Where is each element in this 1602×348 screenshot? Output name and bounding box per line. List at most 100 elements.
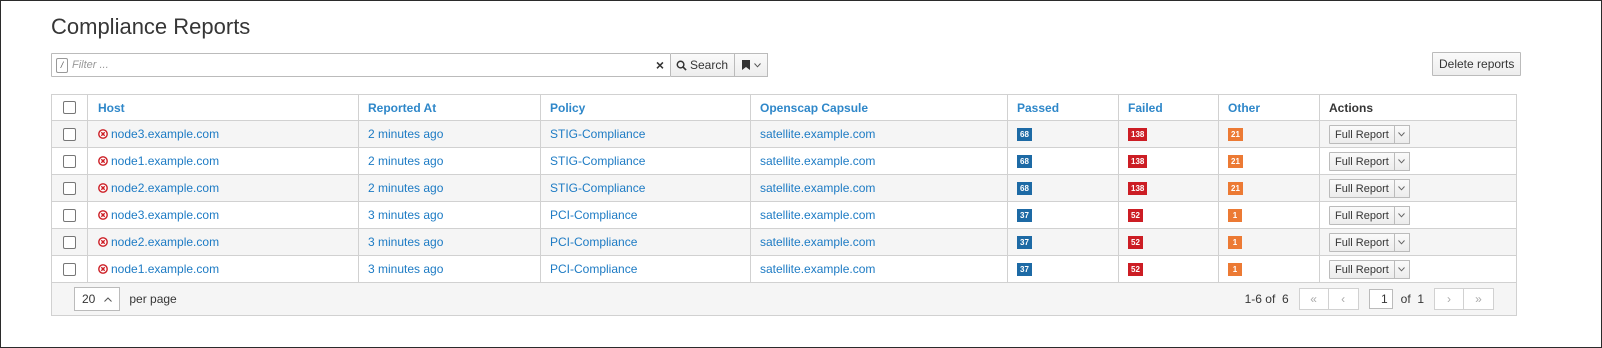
reported-at-link[interactable]: 3 minutes ago — [368, 235, 443, 249]
capsule-link[interactable]: satellite.example.com — [760, 262, 875, 276]
reported-at-link[interactable]: 2 minutes ago — [368, 127, 443, 141]
host-link[interactable]: node3.example.com — [111, 208, 219, 222]
failed-badge[interactable]: 52 — [1128, 235, 1143, 249]
next-page-button[interactable]: › — [1434, 288, 1464, 310]
actions-dropdown-toggle[interactable] — [1394, 124, 1410, 144]
host-link[interactable]: node1.example.com — [111, 262, 219, 276]
full-report-button[interactable]: Full Report — [1329, 259, 1395, 279]
capsule-link[interactable]: satellite.example.com — [760, 235, 875, 249]
passed-badge[interactable]: 68 — [1017, 181, 1032, 195]
other-badge[interactable]: 1 — [1228, 235, 1242, 249]
policy-link[interactable]: STIG-Compliance — [550, 181, 645, 195]
column-header-host[interactable]: Host — [88, 95, 359, 120]
host-link[interactable]: node1.example.com — [111, 154, 219, 168]
column-header-passed[interactable]: Passed — [1008, 95, 1119, 120]
actions-cell: Full Report — [1320, 175, 1516, 201]
capsule-cell: satellite.example.com — [751, 229, 1008, 255]
other-badge[interactable]: 21 — [1228, 154, 1243, 168]
row-checkbox[interactable] — [63, 262, 76, 276]
reported-at-link[interactable]: 3 minutes ago — [368, 208, 443, 222]
delete-reports-button[interactable]: Delete reports — [1432, 52, 1522, 76]
host-link[interactable]: node3.example.com — [111, 127, 219, 141]
passed-badge[interactable]: 68 — [1017, 154, 1032, 168]
filter-input[interactable] — [72, 56, 642, 74]
column-header-capsule[interactable]: Openscap Capsule — [751, 95, 1008, 120]
select-all-checkbox[interactable] — [63, 101, 76, 114]
passed-badge[interactable]: 37 — [1017, 208, 1032, 222]
per-page-label: per page — [129, 292, 177, 306]
current-page-input[interactable] — [1368, 289, 1393, 309]
row-checkbox[interactable] — [63, 154, 76, 168]
capsule-link[interactable]: satellite.example.com — [760, 127, 875, 141]
actions-dropdown-toggle[interactable] — [1394, 259, 1410, 279]
reported-at-cell: 3 minutes ago — [359, 256, 541, 282]
close-icon[interactable]: × — [656, 57, 664, 73]
first-page-button[interactable]: « — [1298, 288, 1329, 310]
row-checkbox[interactable] — [63, 127, 76, 141]
previous-page-button[interactable]: ‹ — [1328, 288, 1359, 310]
capsule-cell: satellite.example.com — [751, 175, 1008, 201]
policy-link[interactable]: STIG-Compliance — [550, 127, 645, 141]
capsule-link[interactable]: satellite.example.com — [760, 208, 875, 222]
full-report-button[interactable]: Full Report — [1329, 151, 1395, 171]
bookmark-dropdown-button[interactable] — [735, 53, 769, 77]
policy-link[interactable]: STIG-Compliance — [550, 154, 645, 168]
capsule-link[interactable]: satellite.example.com — [760, 181, 875, 195]
host-link[interactable]: node2.example.com — [111, 235, 219, 249]
reported-at-cell: 2 minutes ago — [359, 175, 541, 201]
row-checkbox[interactable] — [63, 208, 76, 222]
row-select-cell — [52, 229, 88, 255]
failed-badge[interactable]: 138 — [1128, 154, 1148, 168]
host-link[interactable]: node2.example.com — [111, 181, 219, 195]
policy-link[interactable]: PCI-Compliance — [550, 208, 637, 222]
passed-badge[interactable]: 37 — [1017, 235, 1032, 249]
search-button[interactable]: Search — [671, 53, 736, 77]
host-cell: node1.example.com — [88, 148, 359, 174]
reported-at-cell: 3 minutes ago — [359, 229, 541, 255]
column-header-reported-at[interactable]: Reported At — [359, 95, 541, 120]
column-header-policy[interactable]: Policy — [541, 95, 751, 120]
table-row: node1.example.com 3 minutes ago PCI-Comp… — [52, 256, 1516, 283]
other-badge[interactable]: 1 — [1228, 262, 1242, 276]
full-report-button[interactable]: Full Report — [1329, 232, 1395, 252]
failed-badge[interactable]: 52 — [1128, 262, 1143, 276]
column-header-failed[interactable]: Failed — [1119, 95, 1219, 120]
reported-at-link[interactable]: 2 minutes ago — [368, 154, 443, 168]
reported-at-link[interactable]: 2 minutes ago — [368, 181, 443, 195]
passed-badge[interactable]: 68 — [1017, 127, 1032, 141]
row-select-cell — [52, 256, 88, 282]
host-cell: node2.example.com — [88, 229, 359, 255]
full-report-button[interactable]: Full Report — [1329, 178, 1395, 198]
failed-badge[interactable]: 52 — [1128, 208, 1143, 222]
chevron-up-icon — [104, 296, 113, 302]
pagination-range: 1-6 of 6 — [1244, 292, 1289, 306]
actions-dropdown-toggle[interactable] — [1394, 232, 1410, 252]
policy-link[interactable]: PCI-Compliance — [550, 262, 637, 276]
failed-badge[interactable]: 138 — [1128, 181, 1148, 195]
policy-cell: STIG-Compliance — [541, 121, 751, 147]
last-page-button[interactable]: » — [1464, 288, 1494, 310]
passed-cell: 68 — [1008, 121, 1119, 147]
other-badge[interactable]: 21 — [1228, 127, 1243, 141]
policy-link[interactable]: PCI-Compliance — [550, 235, 637, 249]
actions-dropdown-toggle[interactable] — [1394, 151, 1410, 171]
full-report-button[interactable]: Full Report — [1329, 205, 1395, 225]
other-badge[interactable]: 1 — [1228, 208, 1242, 222]
capsule-link[interactable]: satellite.example.com — [760, 154, 875, 168]
row-checkbox[interactable] — [63, 235, 76, 249]
per-page-select[interactable]: 20 — [74, 287, 121, 311]
column-header-other[interactable]: Other — [1219, 95, 1320, 120]
actions-dropdown-toggle[interactable] — [1394, 178, 1410, 198]
passed-badge[interactable]: 37 — [1017, 262, 1032, 276]
caret-down-icon — [1398, 131, 1406, 137]
reported-at-link[interactable]: 3 minutes ago — [368, 262, 443, 276]
full-report-button[interactable]: Full Report — [1329, 124, 1395, 144]
passed-cell: 68 — [1008, 175, 1119, 201]
full-report-button-group: Full Report — [1329, 178, 1410, 198]
failed-badge[interactable]: 138 — [1128, 127, 1148, 141]
caret-down-icon — [1398, 158, 1406, 164]
chevron-left-icon: ‹ — [1341, 292, 1346, 306]
other-badge[interactable]: 21 — [1228, 181, 1243, 195]
actions-dropdown-toggle[interactable] — [1394, 205, 1410, 225]
row-checkbox[interactable] — [63, 181, 76, 195]
